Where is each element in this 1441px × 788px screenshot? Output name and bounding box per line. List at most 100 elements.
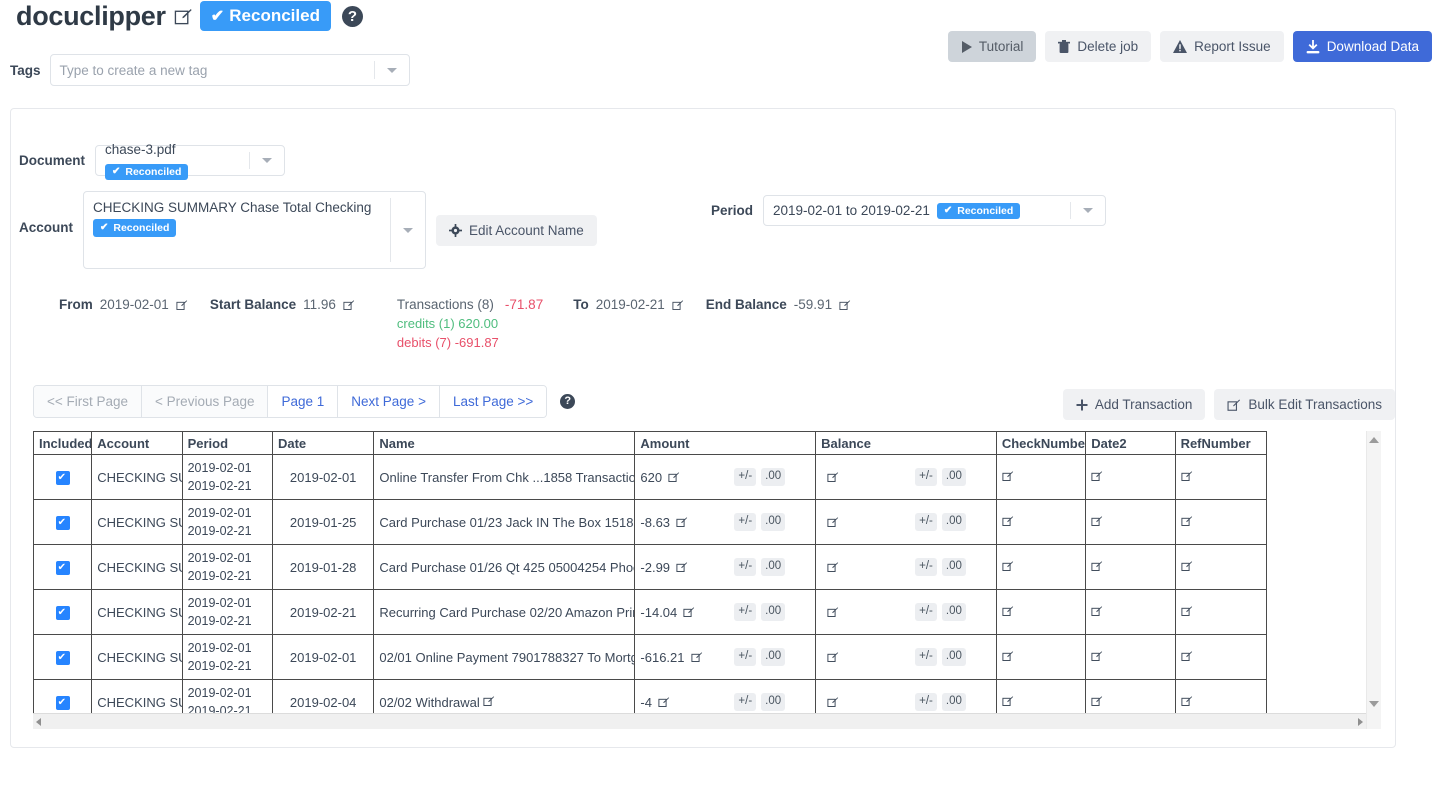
current-page-button[interactable]: Page 1 xyxy=(268,386,339,417)
edit-account-name-button[interactable]: Edit Account Name xyxy=(436,215,597,246)
document-select[interactable]: chase-3.pdf ✔ Reconciled xyxy=(95,142,286,180)
edit-pencil-icon[interactable] xyxy=(1091,650,1103,662)
edit-pencil-icon[interactable] xyxy=(827,651,839,663)
column-header-refnumber[interactable]: RefNumber xyxy=(1174,431,1268,455)
amount-decimal-toggle[interactable]: .00 xyxy=(761,693,786,711)
edit-pencil-icon[interactable] xyxy=(676,516,688,528)
chevron-down-icon[interactable] xyxy=(250,158,284,163)
row-included-checkbox[interactable] xyxy=(55,470,70,485)
column-header-date2[interactable]: Date2 xyxy=(1085,431,1176,455)
amount-sign-toggle[interactable]: +/- xyxy=(734,468,757,486)
balance-sign-toggle[interactable]: +/- xyxy=(915,693,937,711)
download-data-button[interactable]: Download Data xyxy=(1292,31,1432,62)
amount-sign-toggle[interactable]: +/- xyxy=(734,603,757,621)
tags-input[interactable]: Type to create a new tag xyxy=(51,58,374,83)
report-issue-button[interactable]: Report Issue xyxy=(1160,31,1284,62)
horizontal-scrollbar[interactable] xyxy=(33,713,1366,729)
tutorial-button[interactable]: Tutorial xyxy=(947,31,1037,62)
tags-select[interactable]: Type to create a new tag xyxy=(49,54,410,86)
previous-page-button[interactable]: < Previous Page xyxy=(142,386,269,417)
amount-decimal-toggle[interactable]: .00 xyxy=(761,513,786,531)
vertical-scrollbar[interactable] xyxy=(1366,431,1381,729)
row-included-checkbox[interactable] xyxy=(55,515,70,530)
cell-included[interactable] xyxy=(33,679,93,713)
balance-decimal-toggle[interactable]: .00 xyxy=(941,468,966,486)
amount-sign-toggle[interactable]: +/- xyxy=(734,513,757,531)
amount-sign-toggle[interactable]: +/- xyxy=(734,648,757,666)
cell-included[interactable] xyxy=(33,454,93,500)
period-select[interactable]: 2019-02-01 to 2019-02-21 ✔ Reconciled xyxy=(763,195,1107,226)
balance-decimal-toggle[interactable]: .00 xyxy=(941,603,966,621)
edit-pencil-icon[interactable] xyxy=(1180,470,1193,482)
row-included-checkbox[interactable] xyxy=(55,695,70,710)
bulk-edit-transactions-button[interactable]: Bulk Edit Transactions xyxy=(1214,389,1395,420)
edit-pencil-icon[interactable] xyxy=(827,561,839,573)
edit-pencil-icon[interactable] xyxy=(1091,470,1103,482)
edit-pencil-icon[interactable] xyxy=(1180,650,1193,662)
help-question-icon[interactable]: ? xyxy=(341,5,363,27)
edit-pencil-icon[interactable] xyxy=(1002,650,1014,662)
column-header-balance[interactable]: Balance xyxy=(815,431,997,455)
edit-pencil-icon[interactable] xyxy=(1002,605,1014,617)
chevron-down-icon[interactable] xyxy=(1071,208,1105,213)
balance-decimal-toggle[interactable]: .00 xyxy=(941,648,966,666)
edit-pencil-icon[interactable] xyxy=(1002,695,1014,707)
edit-pencil-icon[interactable] xyxy=(1002,470,1014,482)
row-included-checkbox[interactable] xyxy=(55,650,70,665)
row-included-checkbox[interactable] xyxy=(55,560,70,575)
balance-sign-toggle[interactable]: +/- xyxy=(915,558,937,576)
edit-pencil-icon[interactable] xyxy=(343,299,355,311)
first-page-button[interactable]: << First Page xyxy=(34,386,143,417)
account-select[interactable]: CHECKING SUMMARY Chase Total Checking ✔ … xyxy=(83,191,426,269)
edit-pencil-icon[interactable] xyxy=(174,7,192,25)
balance-decimal-toggle[interactable]: .00 xyxy=(941,513,966,531)
edit-pencil-icon[interactable] xyxy=(1180,515,1193,527)
cell-included[interactable] xyxy=(33,589,93,635)
edit-pencil-icon[interactable] xyxy=(839,299,851,311)
column-header-name[interactable]: Name xyxy=(373,431,636,455)
edit-pencil-icon[interactable] xyxy=(1091,605,1103,617)
edit-pencil-icon[interactable] xyxy=(672,299,684,311)
column-header-checknumber[interactable]: CheckNumber xyxy=(995,431,1087,455)
amount-decimal-toggle[interactable]: .00 xyxy=(761,648,786,666)
edit-pencil-icon[interactable] xyxy=(683,606,695,618)
edit-pencil-icon[interactable] xyxy=(1091,515,1103,527)
balance-sign-toggle[interactable]: +/- xyxy=(915,603,937,621)
row-included-checkbox[interactable] xyxy=(55,605,70,620)
column-header-account[interactable]: Account xyxy=(91,431,183,455)
balance-sign-toggle[interactable]: +/- xyxy=(915,513,937,531)
next-page-button[interactable]: Next Page > xyxy=(338,386,440,417)
balance-decimal-toggle[interactable]: .00 xyxy=(941,558,966,576)
edit-pencil-icon[interactable] xyxy=(658,696,670,708)
cell-included[interactable] xyxy=(33,499,93,545)
edit-pencil-icon[interactable] xyxy=(676,561,688,573)
amount-decimal-toggle[interactable]: .00 xyxy=(761,468,786,486)
column-header-included[interactable]: Included xyxy=(33,431,93,455)
edit-pencil-icon[interactable] xyxy=(1091,560,1103,572)
amount-decimal-toggle[interactable]: .00 xyxy=(761,603,786,621)
edit-pencil-icon[interactable] xyxy=(668,471,680,483)
add-transaction-button[interactable]: Add Transaction xyxy=(1062,389,1206,420)
edit-pencil-icon[interactable] xyxy=(1180,605,1193,617)
edit-pencil-icon[interactable] xyxy=(1180,560,1193,572)
balance-decimal-toggle[interactable]: .00 xyxy=(941,693,966,711)
amount-sign-toggle[interactable]: +/- xyxy=(734,693,757,711)
edit-pencil-icon[interactable] xyxy=(827,516,839,528)
scroll-right-arrow-icon[interactable] xyxy=(1358,717,1363,726)
amount-sign-toggle[interactable]: +/- xyxy=(734,558,757,576)
edit-pencil-icon[interactable] xyxy=(176,299,188,311)
edit-pencil-icon[interactable] xyxy=(1091,695,1103,707)
scroll-down-arrow-icon[interactable] xyxy=(1369,701,1379,707)
scroll-up-arrow-icon[interactable] xyxy=(1369,437,1379,443)
edit-pencil-icon[interactable] xyxy=(827,696,839,708)
last-page-button[interactable]: Last Page >> xyxy=(439,386,547,417)
edit-pencil-icon[interactable] xyxy=(483,695,495,707)
column-header-amount[interactable]: Amount xyxy=(634,431,817,455)
edit-pencil-icon[interactable] xyxy=(1002,515,1014,527)
edit-pencil-icon[interactable] xyxy=(690,651,703,663)
scroll-left-arrow-icon[interactable] xyxy=(36,717,41,726)
edit-pencil-icon[interactable] xyxy=(827,471,839,483)
amount-decimal-toggle[interactable]: .00 xyxy=(761,558,786,576)
column-header-date[interactable]: Date xyxy=(271,431,375,455)
cell-included[interactable] xyxy=(33,634,93,680)
